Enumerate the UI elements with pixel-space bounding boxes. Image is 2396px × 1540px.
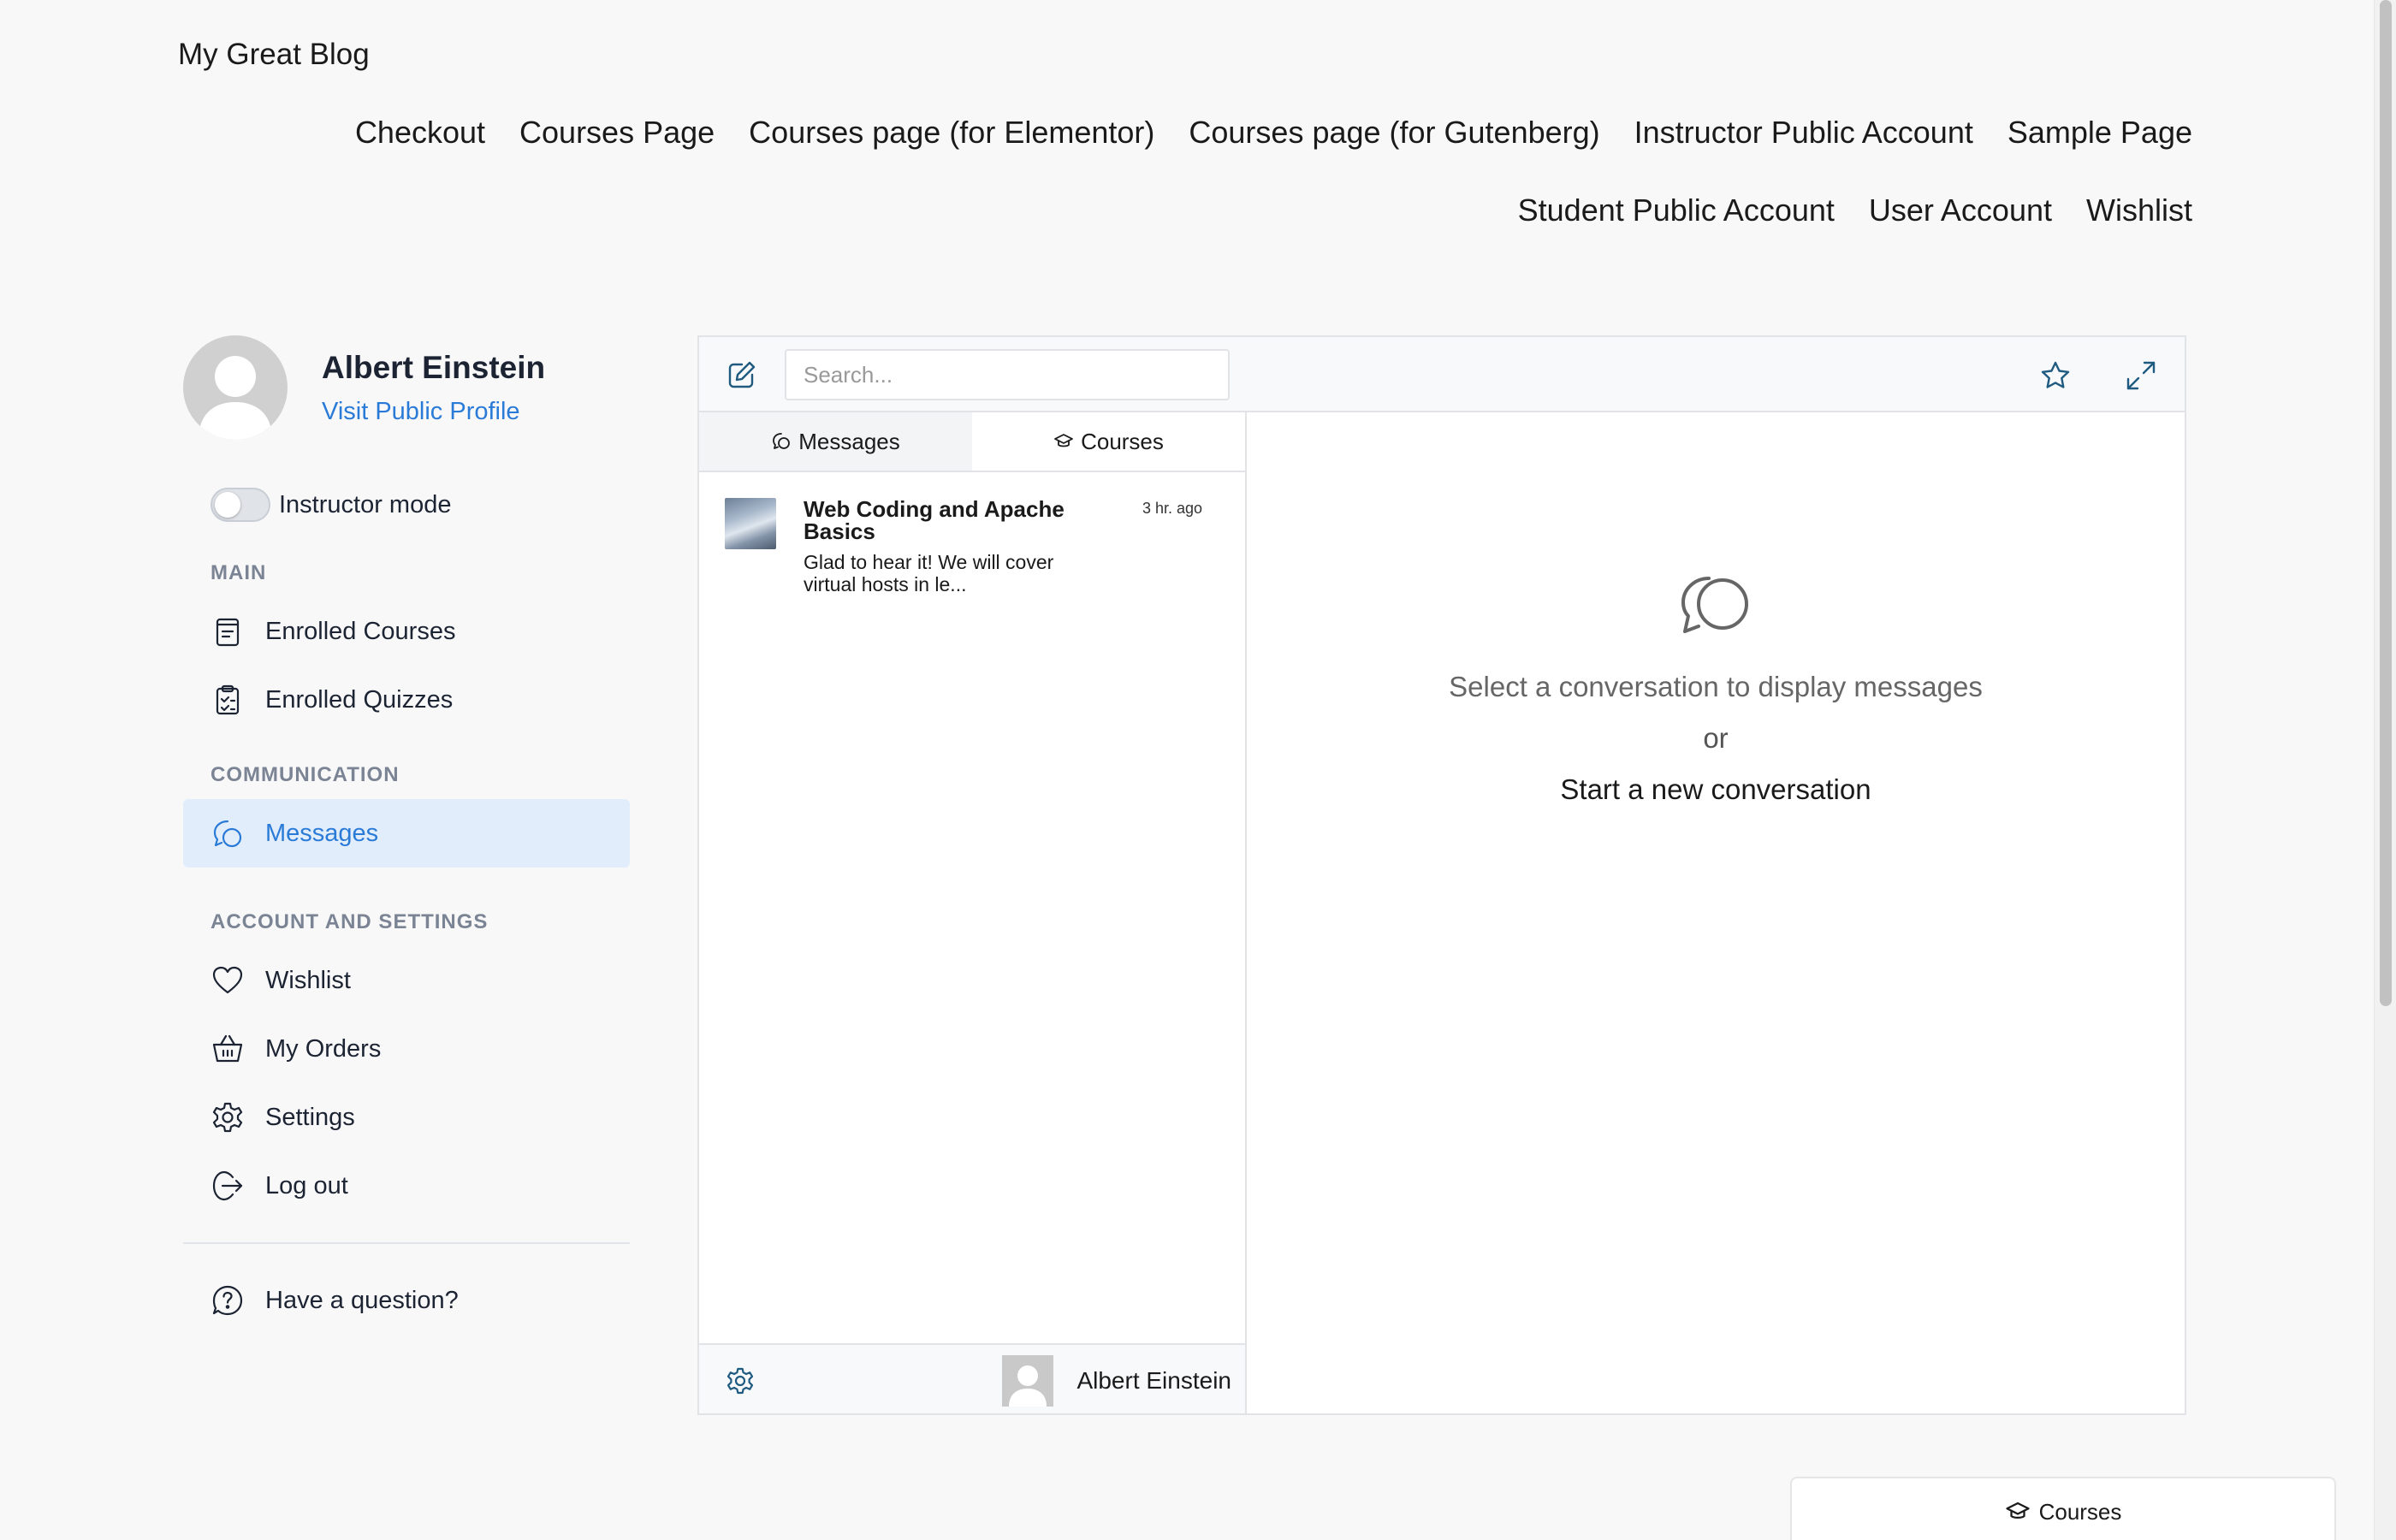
nav-link-courses-elementor[interactable]: Courses page (for Elementor) <box>749 115 1154 151</box>
clipboard-check-icon <box>216 684 240 715</box>
conversation-title: Web Coding and Apache Basics <box>804 496 1065 544</box>
sidebar-item-label: Settings <box>265 1103 355 1131</box>
site-title[interactable]: My Great Blog <box>178 38 370 72</box>
avatar[interactable] <box>183 335 288 440</box>
empty-conversation-state: Select a conversation to display message… <box>1247 566 2185 806</box>
basket-icon <box>212 1034 243 1063</box>
empty-state-message: Select a conversation to display message… <box>1449 671 1983 702</box>
sidebar-item-have-question[interactable]: Have a question? <box>183 1266 630 1335</box>
nav-link-courses-gutenberg[interactable]: Courses page (for Gutenberg) <box>1189 115 1599 151</box>
visit-public-profile-link[interactable]: Visit Public Profile <box>322 398 545 426</box>
section-label-main: MAIN <box>211 561 267 584</box>
toggle-knob <box>215 492 240 518</box>
empty-state-or: or <box>1703 722 1729 754</box>
instructor-mode-toggle[interactable] <box>211 488 270 522</box>
tab-messages[interactable]: Messages <box>699 412 972 471</box>
heart-icon <box>212 966 243 994</box>
instructor-mode-row: Instructor mode <box>183 486 630 524</box>
conversation-view-pane: Select a conversation to display message… <box>1247 412 2185 1413</box>
profile-card: Albert Einstein Visit Public Profile <box>183 335 630 440</box>
graduation-cap-icon <box>2005 1502 2030 1519</box>
conversation-preview: Glad to hear it! We will cover virtual h… <box>804 551 1054 595</box>
tab-courses[interactable]: Courses <box>972 412 1245 471</box>
account-sidebar: Albert Einstein Visit Public Profile Ins… <box>183 335 630 1335</box>
sidebar-item-label: Enrolled Courses <box>265 617 456 645</box>
instructor-mode-label: Instructor mode <box>279 490 452 518</box>
section-label-account-settings: ACCOUNT AND SETTINGS <box>211 910 489 933</box>
conversation-timestamp: 3 hr. ago <box>1142 500 1202 517</box>
nav-link-wishlist[interactable]: Wishlist <box>2086 192 2192 228</box>
nav-link-instructor-public-account[interactable]: Instructor Public Account <box>1634 115 1973 151</box>
start-new-conversation-link[interactable]: Start a new conversation <box>1247 773 2185 806</box>
compose-edit-icon[interactable] <box>727 359 757 390</box>
messenger-toolbar <box>699 337 2185 412</box>
sidebar-item-enrolled-courses[interactable]: Enrolled Courses <box>183 597 630 666</box>
course-thumbnail <box>725 498 776 549</box>
messenger-tabs: Messages Courses <box>699 412 1245 472</box>
gear-icon <box>212 1102 243 1133</box>
nav-link-checkout[interactable]: Checkout <box>355 115 485 151</box>
book-icon <box>216 618 240 647</box>
chat-bubbles-icon <box>213 820 242 848</box>
page-scrollbar[interactable] <box>2374 0 2396 1540</box>
nav-link-student-public-account[interactable]: Student Public Account <box>1518 192 1835 228</box>
sidebar-item-label: Messages <box>265 819 379 847</box>
graduation-cap-icon <box>1054 434 1073 447</box>
user-silhouette-icon <box>1009 1365 1047 1407</box>
sidebar-item-log-out[interactable]: Log out <box>183 1152 630 1220</box>
sidebar-item-label: My Orders <box>265 1034 382 1063</box>
help-circle-icon <box>212 1285 243 1316</box>
section-label-communication: COMMUNICATION <box>211 763 400 786</box>
conversation-list-pane: Messages Courses Web Coding and Apache B… <box>699 412 1247 1413</box>
profile-name: Albert Einstein <box>322 349 546 385</box>
sidebar-divider <box>183 1242 630 1244</box>
gear-icon[interactable] <box>725 1365 756 1396</box>
star-icon[interactable] <box>2039 359 2072 392</box>
chat-bubbles-icon <box>773 433 791 449</box>
tab-label: Messages <box>798 428 900 454</box>
bottom-tab-label: Courses <box>2038 1498 2122 1525</box>
nav-link-courses-page[interactable]: Courses Page <box>519 115 715 151</box>
conversation-item[interactable]: Web Coding and Apache Basics Glad to hea… <box>699 472 1245 595</box>
expand-icon[interactable] <box>2125 359 2157 392</box>
sidebar-item-messages[interactable]: Messages <box>183 799 630 868</box>
scrollbar-thumb[interactable] <box>2380 0 2392 1006</box>
messenger-search-input[interactable] <box>785 349 1230 400</box>
nav-link-sample-page[interactable]: Sample Page <box>2008 115 2192 151</box>
messenger-panel: Messages Courses Web Coding and Apache B… <box>697 335 2186 1415</box>
chat-bubbles-icon <box>1681 577 1748 633</box>
logout-icon <box>212 1170 243 1201</box>
sidebar-item-label: Enrolled Quizzes <box>265 685 454 714</box>
nav-link-user-account[interactable]: User Account <box>1869 192 2052 228</box>
messenger-footer: Albert Einstein <box>699 1343 1245 1413</box>
footer-user-name: Albert Einstein <box>1076 1367 1231 1394</box>
sidebar-item-wishlist[interactable]: Wishlist <box>183 946 630 1015</box>
user-silhouette-icon <box>199 356 272 440</box>
primary-nav-row-1: Checkout Courses Page Courses page (for … <box>355 115 2192 151</box>
avatar[interactable] <box>1002 1355 1053 1407</box>
sidebar-item-label: Wishlist <box>265 966 351 994</box>
primary-nav-row-2: Student Public Account User Account Wish… <box>1518 192 2192 228</box>
sidebar-item-enrolled-quizzes[interactable]: Enrolled Quizzes <box>183 666 630 734</box>
sidebar-item-settings[interactable]: Settings <box>183 1083 630 1152</box>
sidebar-item-label: Have a question? <box>265 1286 459 1314</box>
sidebar-item-label: Log out <box>265 1171 348 1199</box>
courses-bottom-tab[interactable]: Courses <box>1790 1477 2336 1540</box>
sidebar-item-my-orders[interactable]: My Orders <box>183 1015 630 1083</box>
tab-label: Courses <box>1081 428 1164 454</box>
